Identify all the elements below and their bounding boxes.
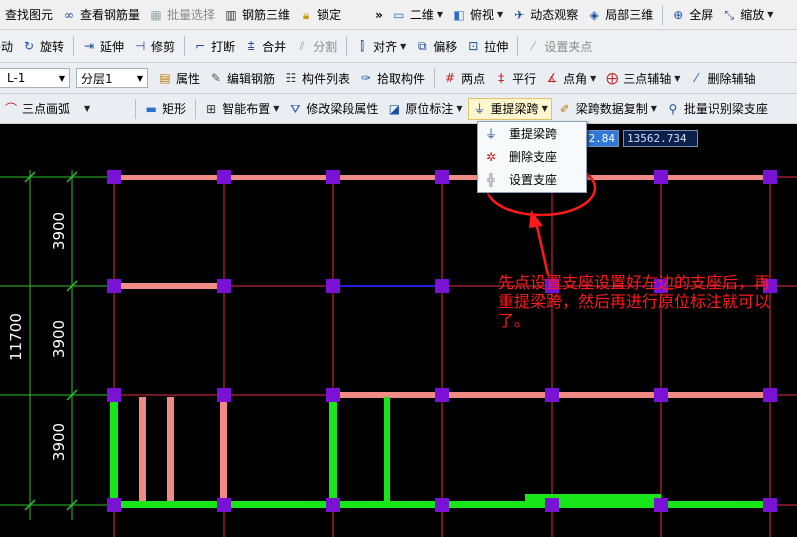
annotation-text: 先点设置支座设置好左边的支座后，再重提梁跨，然后再进行原位标注就可以了。 [498,273,771,330]
column[interactable] [435,498,449,512]
menu-item-label: 删除支座 [509,150,558,164]
beam-vertical-1[interactable] [139,397,146,502]
axis-grid [110,170,797,537]
column[interactable] [435,388,449,402]
beam-vertical-3[interactable] [220,397,227,502]
pointer-arrow-shaft [534,221,550,276]
column[interactable] [326,388,340,402]
dim-label-row-1: 3900 [50,212,68,250]
column[interactable] [107,498,121,512]
column[interactable] [326,498,340,512]
menu-item-label: 重提梁跨 [509,127,558,141]
column[interactable] [107,279,121,293]
column[interactable] [435,170,449,184]
column[interactable] [763,388,777,402]
column[interactable] [654,388,668,402]
set-support-icon: ╬ [487,172,495,187]
drawing-svg: 3900 3900 3900 11700 [0,159,797,537]
beam-green-v2[interactable] [329,397,337,505]
column[interactable] [435,279,449,293]
delete-support-icon: ✲ [485,149,497,164]
menu-item-set-support[interactable]: ╬ 设置支座 [478,168,586,191]
beam-green-v1[interactable] [110,397,118,505]
column[interactable] [326,170,340,184]
menu-item-re-extract-span[interactable]: ⏚ 重提梁跨 [478,122,586,145]
dim-label-total: 11700 [7,313,25,361]
re-extract-span-menu: ⏚ 重提梁跨 ✲ 删除支座 ╬ 设置支座 [477,121,587,193]
green-beams [110,397,770,508]
column[interactable] [654,498,668,512]
column[interactable] [763,170,777,184]
beam-row2-left[interactable] [114,283,224,289]
column[interactable] [763,498,777,512]
column[interactable] [107,170,121,184]
column[interactable] [217,279,231,293]
pointer-arrow-head [529,210,543,228]
menu-item-label: 设置支座 [509,173,558,187]
beam-green-v3[interactable] [384,397,390,505]
column[interactable] [217,498,231,512]
column[interactable] [107,388,121,402]
column[interactable] [545,388,559,402]
menu-item-delete-support[interactable]: ✲ 删除支座 [478,145,586,168]
column[interactable] [326,279,340,293]
beam-row2-blue[interactable] [340,285,440,287]
column[interactable] [654,170,668,184]
column[interactable] [545,498,559,512]
column[interactable] [217,388,231,402]
dim-label-row-2: 3900 [50,320,68,358]
column[interactable] [217,170,231,184]
beam-vertical-2[interactable] [167,397,174,502]
dim-label-row-3: 3900 [50,423,68,461]
re-extract-span-icon: ⏚ [484,126,497,141]
coord-y-input[interactable]: 13562.734 [623,130,698,147]
